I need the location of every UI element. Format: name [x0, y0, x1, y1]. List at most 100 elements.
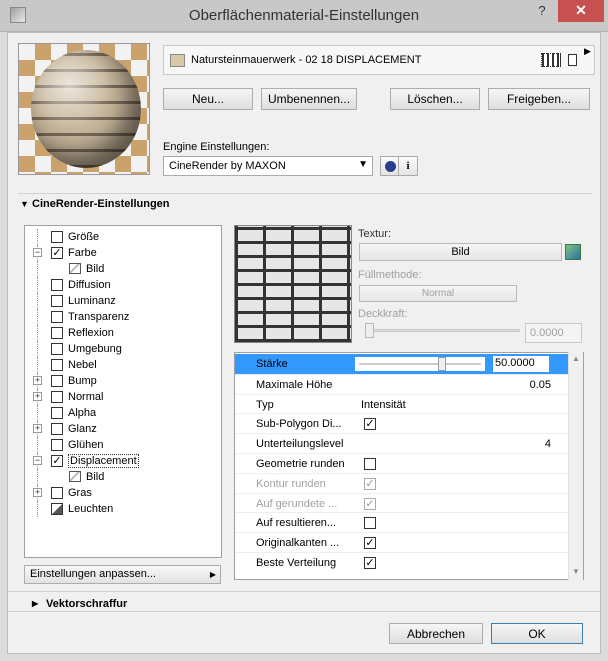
tree-item-reflexion[interactable]: Reflexion: [25, 325, 221, 341]
help-button[interactable]: ?: [530, 0, 554, 22]
param-checkbox[interactable]: ✓: [364, 537, 376, 550]
tree-checkbox[interactable]: [51, 487, 63, 499]
tree-expander-icon[interactable]: +: [33, 488, 42, 497]
tree-item-label: Normal: [68, 391, 104, 403]
delete-button[interactable]: Löschen...: [390, 88, 480, 110]
tree-guide-line: [37, 309, 38, 325]
tree-checkbox[interactable]: ✓: [51, 247, 63, 259]
tree-expander-icon[interactable]: −: [33, 456, 42, 465]
param-label: Kontur runden: [256, 477, 326, 490]
cinerender-section-header[interactable]: ▼ CineRender-Einstellungen: [18, 193, 592, 213]
param-row[interactable]: Maximale Höhe 0.05: [235, 373, 569, 394]
opacity-slider-thumb[interactable]: [365, 323, 374, 338]
param-checkbox[interactable]: ✓: [364, 497, 376, 510]
param-checkbox[interactable]: [364, 458, 376, 470]
texture-load-icon[interactable]: [565, 244, 581, 260]
param-value[interactable]: Intensität: [361, 399, 406, 411]
param-row[interactable]: Originalkanten ... ✓: [235, 532, 569, 552]
engine-info-button[interactable]: i: [398, 156, 418, 176]
strength-slider-thumb[interactable]: [438, 357, 446, 371]
param-row[interactable]: Geometrie runden: [235, 453, 569, 473]
adjust-settings-button[interactable]: Einstellungen anpassen... ▶: [24, 565, 221, 584]
scroll-down-icon[interactable]: ▼: [572, 567, 580, 576]
tree-checkbox[interactable]: [51, 231, 63, 243]
tree-item-nebel[interactable]: Nebel: [25, 357, 221, 373]
texture-image-button[interactable]: Bild: [359, 243, 562, 261]
share-button[interactable]: Freigeben...: [488, 88, 590, 110]
tree-item-größe[interactable]: Größe: [25, 229, 221, 245]
engine-logo-button[interactable]: [380, 156, 400, 176]
param-checkbox[interactable]: ✓: [364, 557, 376, 569]
param-row[interactable]: Unterteilungslevel 4: [235, 433, 569, 453]
param-value-input[interactable]: 50.0000: [493, 356, 549, 372]
tree-checkbox[interactable]: [51, 375, 63, 387]
param-row[interactable]: Beste Verteilung ✓: [235, 552, 569, 572]
tree-expander-icon[interactable]: +: [33, 424, 42, 433]
tree-checkbox[interactable]: [51, 279, 63, 291]
tree-item-diffusion[interactable]: Diffusion: [25, 277, 221, 293]
parameter-scrollbar[interactable]: ▲ ▼: [568, 352, 583, 580]
param-checkbox[interactable]: ✓: [364, 477, 376, 490]
tree-checkbox[interactable]: [51, 407, 63, 419]
gradient-box-icon: [51, 503, 63, 515]
tree-checkbox[interactable]: [51, 311, 63, 323]
tree-item-leuchten[interactable]: Leuchten: [25, 501, 221, 517]
engine-select[interactable]: CineRender by MAXON ▼: [163, 156, 373, 176]
material-swatch[interactable]: [170, 54, 185, 67]
tree-item-bump[interactable]: + Bump: [25, 373, 221, 389]
ok-button[interactable]: OK: [491, 623, 583, 644]
tree-item-label: Gras: [68, 487, 92, 499]
rename-button[interactable]: Umbenennen...: [261, 88, 357, 110]
material-library-icon[interactable]: [541, 53, 561, 67]
param-row[interactable]: Typ Intensität: [235, 393, 569, 414]
tree-checkbox[interactable]: [51, 327, 63, 339]
material-info-icon[interactable]: [568, 54, 577, 66]
tree-item-label: Größe: [68, 231, 100, 243]
tree-checkbox[interactable]: [51, 439, 63, 451]
tree-checkbox[interactable]: [51, 343, 63, 355]
tree-item-umgebung[interactable]: Umgebung: [25, 341, 221, 357]
param-row[interactable]: Auf gerundete ... ✓: [235, 492, 569, 513]
tree-item-displacement[interactable]: − ✓ Displacement: [25, 453, 221, 469]
tree-expander-icon[interactable]: +: [33, 392, 42, 401]
tree-item-gras[interactable]: + Gras: [25, 485, 221, 501]
tree-item-bild[interactable]: Bild: [25, 261, 221, 277]
param-checkbox[interactable]: ✓: [364, 418, 376, 431]
cancel-button[interactable]: Abbrechen: [389, 623, 483, 644]
param-row[interactable]: Auf resultieren...: [235, 512, 569, 532]
hatch-section-header[interactable]: ▶ Vektorschraffur: [8, 591, 600, 611]
tree-item-normal[interactable]: + Normal: [25, 389, 221, 405]
tree-checkbox[interactable]: ✓: [51, 455, 63, 467]
tree-item-farbe[interactable]: − ✓ Farbe: [25, 245, 221, 261]
param-row[interactable]: Kontur runden ✓: [235, 472, 569, 493]
tree-checkbox[interactable]: [51, 295, 63, 307]
new-button[interactable]: Neu...: [163, 88, 253, 110]
param-value[interactable]: 4: [545, 438, 551, 450]
close-button[interactable]: ✕: [558, 0, 604, 22]
tree-expander-icon[interactable]: −: [33, 248, 42, 257]
opacity-value[interactable]: 0.0000: [525, 323, 582, 343]
tree-checkbox[interactable]: [51, 423, 63, 435]
tree-checkbox[interactable]: [51, 359, 63, 371]
tree-item-glanz[interactable]: + Glanz: [25, 421, 221, 437]
tree-checkbox[interactable]: [51, 391, 63, 403]
tree-item-label: Diffusion: [68, 279, 111, 291]
tree-guide-line: [37, 437, 38, 453]
param-label: Sub-Polygon Di...: [256, 418, 342, 431]
tree-item-glühen[interactable]: Glühen: [25, 437, 221, 453]
param-checkbox[interactable]: [364, 517, 376, 530]
material-menu-arrow-icon[interactable]: ▶: [584, 46, 591, 57]
tree-expander-icon[interactable]: +: [33, 376, 42, 385]
tree-item-label: Bild: [86, 263, 105, 275]
fill-method-select[interactable]: Normal: [359, 285, 517, 302]
param-row[interactable]: Stärke 50.0000: [235, 354, 569, 374]
tree-item-alpha[interactable]: Alpha: [25, 405, 221, 421]
tree-item-transparenz[interactable]: Transparenz: [25, 309, 221, 325]
param-row[interactable]: Sub-Polygon Di... ✓: [235, 413, 569, 433]
tree-item-luminanz[interactable]: Luminanz: [25, 293, 221, 309]
param-value[interactable]: 0.05: [530, 379, 551, 391]
param-label: Geometrie runden: [256, 458, 345, 470]
tree-item-bild[interactable]: Bild: [25, 469, 221, 485]
window-title: Oberflächenmaterial-Einstellungen: [188, 7, 420, 24]
scroll-up-icon[interactable]: ▲: [572, 354, 580, 363]
